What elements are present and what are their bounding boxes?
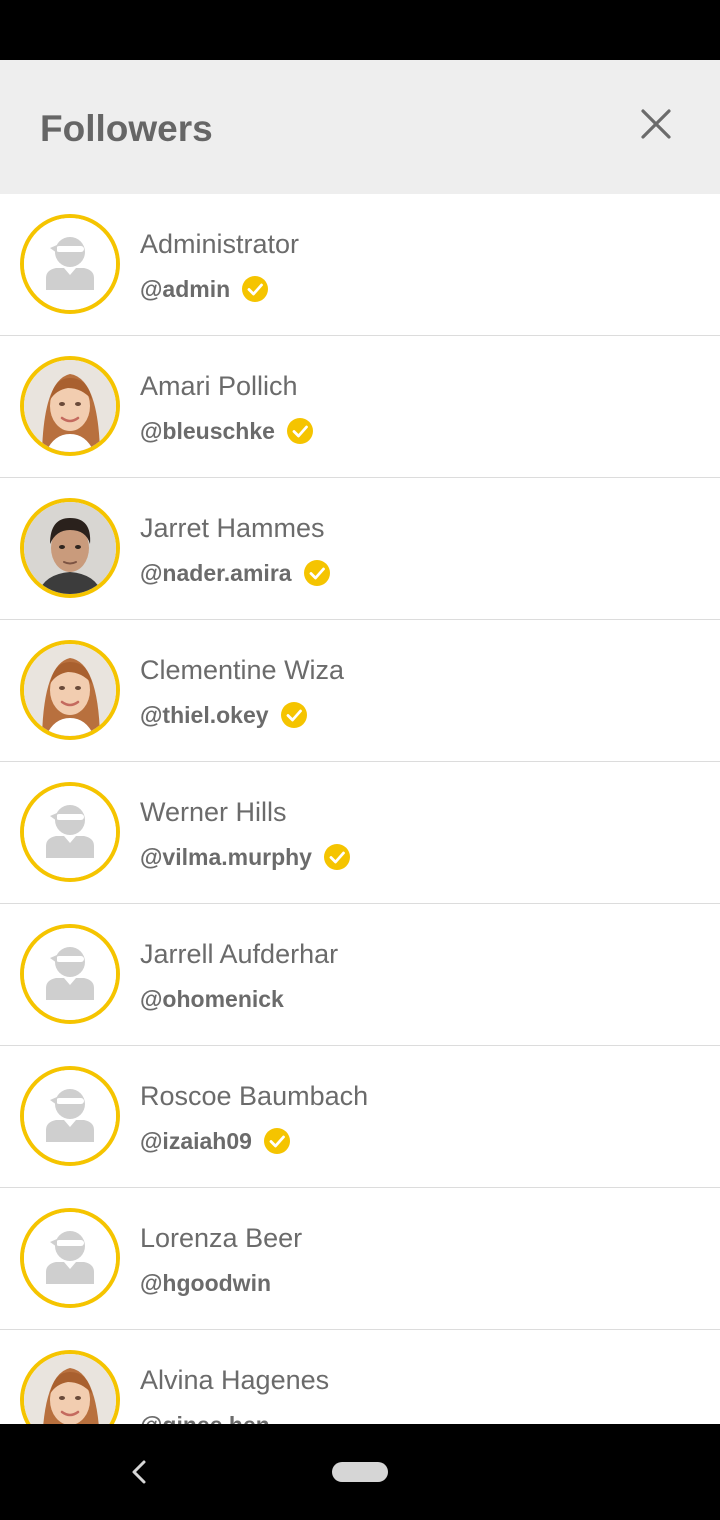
- placeholder-avatar-icon: [24, 1070, 116, 1162]
- follower-handle: @vilma.murphy: [140, 844, 312, 870]
- status-bar: [0, 0, 720, 60]
- follower-handle: @admin: [140, 276, 231, 302]
- follower-name: Administrator: [140, 229, 300, 259]
- woman-photo-icon: [24, 360, 116, 452]
- follower-handle: @thiel.okey: [140, 702, 269, 728]
- avatar[interactable]: [20, 1208, 120, 1308]
- follower-name: Clementine Wiza: [140, 655, 345, 685]
- avatar[interactable]: [20, 1350, 120, 1424]
- follower-handle: @bleuschke: [140, 418, 275, 444]
- verified-check-icon: [286, 418, 313, 444]
- woman-photo-icon: [24, 1354, 116, 1424]
- avatar[interactable]: [20, 356, 120, 456]
- close-button[interactable]: [628, 96, 684, 152]
- handle-line: @thiel.okey: [140, 700, 307, 730]
- placeholder-avatar-icon: [24, 218, 116, 310]
- woman-photo-icon: [24, 644, 116, 736]
- placeholder-avatar-icon: [24, 1212, 116, 1304]
- follower-name: Alvina Hagenes: [140, 1365, 330, 1395]
- followers-list[interactable]: Administrator @admin Amari Pollich @bleusch…: [0, 194, 720, 1424]
- follower-row[interactable]: Lorenza Beer @hgoodwin: [0, 1188, 720, 1330]
- verified-check-icon: [303, 560, 330, 586]
- follower-handle: @hgoodwin: [140, 1270, 272, 1296]
- avatar[interactable]: [20, 924, 120, 1024]
- avatar[interactable]: [20, 640, 120, 740]
- follower-row[interactable]: Alvina Hagenes @ginee.hen: [0, 1330, 720, 1424]
- handle-line: @nader.amira: [140, 558, 330, 588]
- follower-name: Amari Pollich: [140, 371, 298, 401]
- follower-handle: @nader.amira: [140, 560, 292, 586]
- follower-row[interactable]: Roscoe Baumbach @izaiah09: [0, 1046, 720, 1188]
- verified-check-icon: [323, 844, 350, 870]
- follower-name: Jarrell Aufderhar: [140, 939, 339, 969]
- follower-name: Roscoe Baumbach: [140, 1081, 369, 1111]
- follower-row[interactable]: Jarret Hammes @nader.amira: [0, 478, 720, 620]
- follower-handle: @ginee.hen: [140, 1411, 270, 1424]
- handle-line: @admin: [140, 274, 269, 304]
- avatar[interactable]: [20, 498, 120, 598]
- back-icon[interactable]: [124, 1456, 156, 1488]
- placeholder-avatar-icon: [24, 786, 116, 878]
- verified-check-icon: [242, 276, 269, 302]
- avatar[interactable]: [20, 214, 120, 314]
- follower-row[interactable]: Jarrell Aufderhar @ohomenick: [0, 904, 720, 1046]
- follower-row[interactable]: Clementine Wiza @thiel.okey: [0, 620, 720, 762]
- handle-line: @ohomenick: [140, 984, 284, 1014]
- close-icon: [641, 109, 671, 139]
- follower-handle: @ohomenick: [140, 986, 284, 1012]
- home-pill-icon[interactable]: [332, 1462, 388, 1482]
- navigation-bar: [0, 1424, 720, 1520]
- follower-row[interactable]: Administrator @admin: [0, 194, 720, 336]
- verified-check-icon: [263, 1128, 290, 1154]
- handle-line: @bleuschke: [140, 416, 313, 446]
- placeholder-avatar-icon: [24, 928, 116, 1020]
- verified-check-icon: [280, 702, 307, 728]
- follower-row[interactable]: Amari Pollich @bleuschke: [0, 336, 720, 478]
- handle-line: @izaiah09: [140, 1126, 290, 1156]
- handle-line: @ginee.hen: [140, 1410, 270, 1424]
- avatar[interactable]: [20, 782, 120, 882]
- follower-name: Werner Hills: [140, 797, 287, 827]
- handle-line: @hgoodwin: [140, 1268, 271, 1298]
- avatar[interactable]: [20, 1066, 120, 1166]
- follower-name: Jarret Hammes: [140, 513, 325, 543]
- follower-row[interactable]: Werner Hills @vilma.murphy: [0, 762, 720, 904]
- man-photo-icon: [24, 502, 116, 594]
- handle-line: @vilma.murphy: [140, 842, 350, 872]
- page-title: Followers: [40, 108, 213, 149]
- follower-name: Lorenza Beer: [140, 1223, 303, 1253]
- header: Followers: [0, 60, 720, 194]
- follower-handle: @izaiah09: [140, 1128, 252, 1154]
